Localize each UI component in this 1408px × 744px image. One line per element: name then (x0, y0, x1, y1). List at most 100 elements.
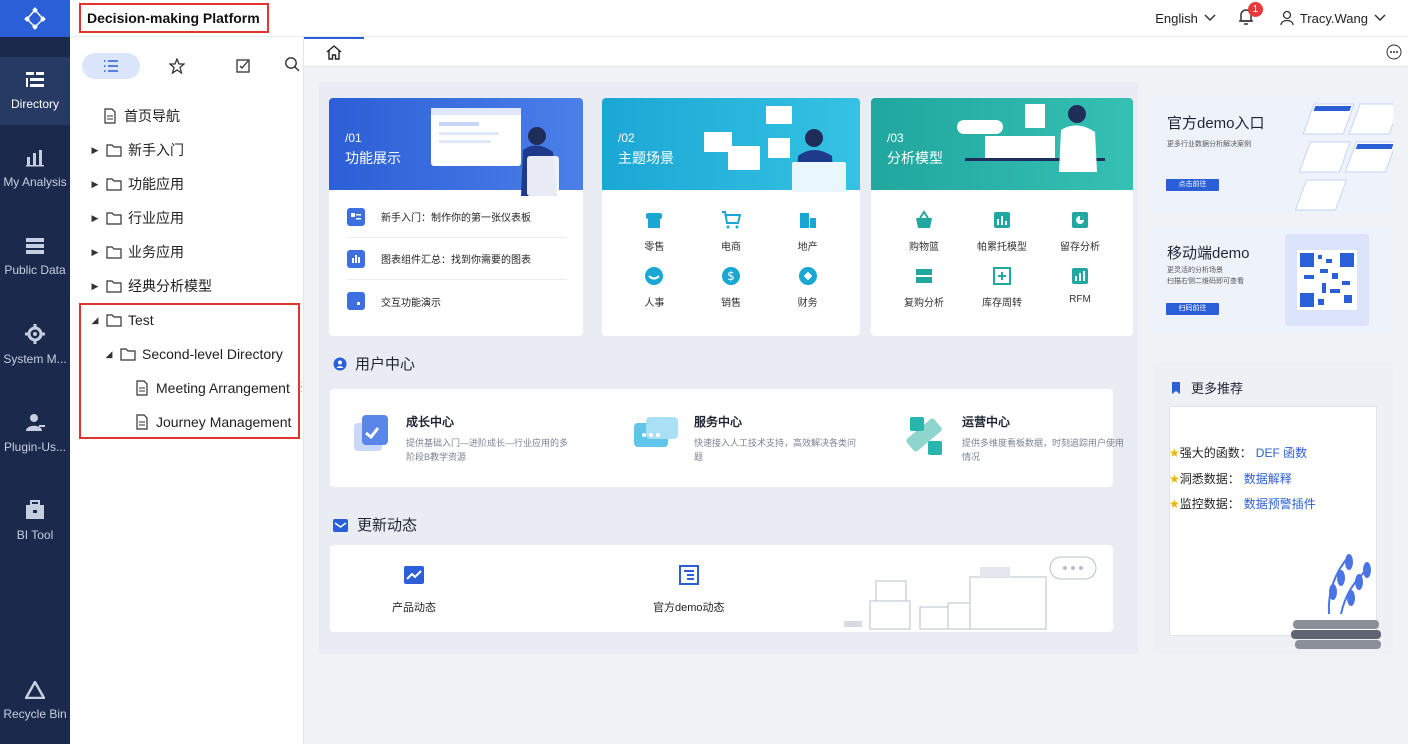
notification-bell[interactable]: 1 (1238, 2, 1263, 28)
row-chart-components[interactable]: 图表组件汇总：找到你需要的图表 (347, 238, 567, 280)
tree-node-label: 功能应用 (128, 176, 184, 192)
document-icon (136, 414, 148, 430)
card-theme-scenarios[interactable]: /02 主题场景 零售 电商 地产 人事 $ 销售 财务 (602, 98, 860, 336)
model-inventory[interactable]: 库存周转 (963, 262, 1041, 318)
user-menu[interactable]: Tracy.Wang (1280, 10, 1386, 26)
more-rec-heading: 更多推荐 (1169, 378, 1243, 397)
expand-arrow-icon[interactable]: ▶ (90, 145, 100, 156)
demo-scan-button[interactable]: 扫码前往 (1166, 303, 1219, 315)
nav-system-management[interactable]: System M... (0, 301, 70, 389)
mail-icon (333, 518, 348, 532)
expand-arrow-icon[interactable]: ▶ (90, 281, 100, 292)
scenario-ecommerce[interactable]: 电商 (693, 206, 770, 262)
tree-node-label: Meeting Arrangement (156, 380, 290, 396)
tree-node-industry-apps[interactable]: ▶ 行业应用 (70, 201, 304, 235)
nav-public-data[interactable]: Public Data (0, 213, 70, 301)
gear-icon (25, 324, 45, 344)
model-rfm[interactable]: RFM (1041, 262, 1119, 318)
service-center[interactable]: 服务中心 快速接入人工技术支持，高效解决各类问题 (632, 413, 864, 464)
rec-link-data-explain[interactable]: 数据解释 (1244, 470, 1292, 487)
official-demo-banner[interactable]: 官方demo入口 更多行业数据分析解决案例 点击前往 (1153, 96, 1393, 214)
directory-icon (26, 72, 44, 87)
tree-node-journey-management[interactable]: Journey Management (70, 405, 304, 439)
item-desc: 提供多维度看板数据，时刻追踪用户使用情况 (962, 438, 1125, 462)
star-icon: ★ (1169, 496, 1180, 511)
scenario-label: 人事 (644, 298, 665, 309)
app-logo[interactable] (0, 0, 70, 37)
tree-node-meeting-arrangement[interactable]: Meeting Arrangement (70, 371, 304, 405)
card-feature-showcase[interactable]: /01 功能展示 新手入门：制作你的第一张仪表板 图表组件汇总：找到你需要的图表… (329, 98, 583, 336)
row-interaction-demo[interactable]: 交互功能演示 (347, 280, 567, 322)
tasks-button[interactable] (214, 53, 272, 79)
shop-icon (646, 213, 663, 228)
card-header: /03 分析模型 (871, 98, 1133, 190)
nav-plugin-users[interactable]: Plugin-Us... (0, 389, 70, 477)
tree-node-feature-apps[interactable]: ▶ 功能应用 (70, 167, 304, 201)
tree-node-label: 经典分析模型 (128, 278, 212, 294)
nav-my-analysis[interactable]: My Analysis (0, 125, 70, 213)
list-view-button[interactable] (82, 53, 140, 79)
collapse-arrow-icon[interactable]: ◢ (90, 315, 100, 326)
basket-icon (916, 210, 932, 228)
tree-node-getting-started[interactable]: ▶ 新手入门 (70, 133, 304, 167)
tab-home[interactable] (304, 37, 364, 66)
rec-link-def-functions[interactable]: DEF 函数 (1256, 444, 1307, 461)
scenario-hr[interactable]: 人事 (616, 262, 693, 318)
expand-arrow-icon[interactable]: ▶ (90, 247, 100, 258)
trend-chart-icon (404, 566, 424, 584)
scenario-finance[interactable]: 财务 (769, 262, 846, 318)
favorites-button[interactable] (148, 53, 206, 79)
nav-directory[interactable]: Directory (0, 57, 70, 125)
model-basket[interactable]: 购物篮 (885, 206, 963, 262)
language-selector[interactable]: English (1155, 11, 1216, 26)
user-name: Tracy.Wang (1299, 10, 1368, 26)
model-label: 购物篮 (909, 242, 939, 253)
item-title: 服务中心 (694, 415, 743, 429)
model-repurchase[interactable]: 复购分析 (885, 262, 963, 318)
panel-resize-handle[interactable]: :: (300, 380, 303, 395)
plugin-user-icon (26, 414, 45, 431)
collapse-arrow-icon[interactable]: ◢ (104, 349, 114, 360)
tree-node-second-level-directory[interactable]: ◢ Second-level Directory (70, 337, 304, 371)
more-recommendations: 更多推荐 ★ 强大的函数： DEF 函数 ★ 洞悉数据： 数据解释 ★ 监控数据… (1153, 362, 1393, 654)
tree-node-business-apps[interactable]: ▶ 业务应用 (70, 235, 304, 269)
scenario-label: 销售 (720, 298, 741, 309)
scenario-sales[interactable]: $ 销售 (693, 262, 770, 318)
demo-news[interactable]: 官方demo动态 (653, 565, 725, 615)
pareto-icon (994, 212, 1010, 228)
tree-node-analysis-models[interactable]: ▶ 经典分析模型 (70, 269, 304, 303)
expand-arrow-icon[interactable]: ▶ (90, 213, 100, 224)
dashboard-card-icon (347, 207, 365, 226)
row-getting-started[interactable]: 新手入门：制作你的第一张仪表板 (347, 196, 567, 238)
expand-arrow-icon[interactable]: ▶ (90, 179, 100, 190)
laptop-illustration-icon (957, 104, 1105, 172)
card-analysis-models[interactable]: /03 分析模型 购物篮 帕累托模型 留存分析 复购分析 库存周转 RFM (871, 98, 1133, 336)
finance-icon (798, 267, 817, 285)
model-pareto[interactable]: 帕累托模型 (963, 206, 1041, 262)
operations-center[interactable]: 运营中心 提供多维度看板数据，时刻追踪用户使用情况 (902, 413, 1132, 464)
tree-node-home-nav[interactable]: 首页导航 (70, 99, 304, 133)
product-news[interactable]: 产品动态 (392, 565, 436, 615)
demo-desc: 扫描右侧二维码即可查看 (1167, 278, 1244, 285)
scenario-retail[interactable]: 零售 (616, 206, 693, 262)
model-retention[interactable]: 留存分析 (1041, 206, 1119, 262)
growth-center[interactable]: 成长中心 提供基础入门—进阶成长—行业应用的多阶段B教学资源 (350, 413, 576, 464)
demo-go-button[interactable]: 点击前往 (1166, 179, 1219, 191)
bookmark-icon (1172, 381, 1180, 394)
qr-code-icon (1285, 234, 1369, 326)
scenario-real-estate[interactable]: 地产 (769, 206, 846, 262)
more-options-button[interactable] (1386, 44, 1402, 65)
nav-label: Public Data (4, 263, 66, 277)
nav-bi-tool[interactable]: BI Tool (0, 477, 70, 565)
search-button[interactable] (284, 56, 300, 77)
nav-label: Plugin-Us... (3, 440, 67, 454)
nav-recycle-bin[interactable]: Recycle Bin (0, 666, 70, 736)
model-label: 帕累托模型 (977, 242, 1027, 253)
logo-icon (24, 6, 46, 30)
tree-node-test[interactable]: ◢ Test (70, 303, 304, 337)
user-center-card: 成长中心 提供基础入门—进阶成长—行业应用的多阶段B教学资源 服务中心 快速接入人工… (330, 389, 1124, 487)
folder-icon (106, 246, 122, 259)
mobile-demo-banner[interactable]: 移动端demo 更灵活的分析场景 扫描右侧二维码即可查看 扫码前往 (1153, 226, 1393, 334)
rec-link-alert-plugin[interactable]: 数据预警插件 (1244, 495, 1316, 512)
nav-label: Recycle Bin (3, 707, 67, 721)
